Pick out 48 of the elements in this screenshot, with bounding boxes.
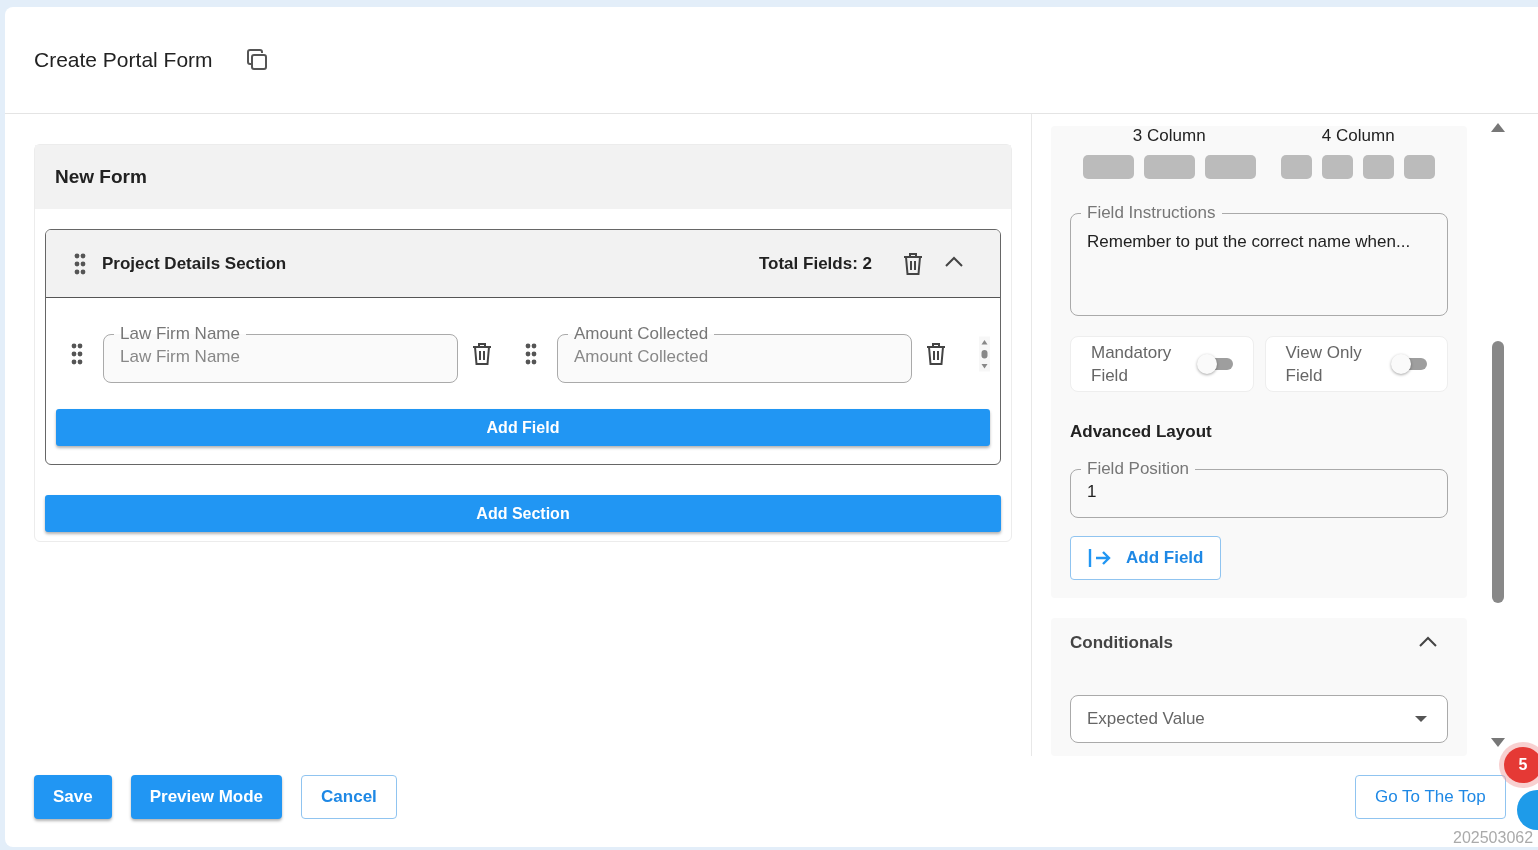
text-input[interactable]: Amount Collected (574, 343, 895, 371)
copy-icon[interactable] (244, 48, 269, 72)
layout-option[interactable]: 3 Column (1082, 126, 1256, 179)
toggle-switch[interactable] (1196, 354, 1233, 374)
number-field[interactable]: Field Position 1 (1070, 460, 1448, 518)
field-count: Total Fields: 2 (758, 253, 872, 274)
select-field[interactable]: Expected Value (1070, 695, 1448, 743)
text-field[interactable]: Amount Collected Amount Collected (557, 325, 912, 383)
drag-handle-icon[interactable] (74, 252, 86, 275)
notification-badge: 5 (1504, 747, 1538, 783)
panel-title: Conditionals (1070, 633, 1173, 653)
cancel-button[interactable]: Cancel (301, 775, 397, 819)
form-title: New Form (35, 145, 1011, 209)
build-number: 202503062 (1453, 830, 1534, 846)
trash-icon[interactable] (902, 251, 924, 276)
caret-down-icon[interactable] (1415, 716, 1427, 722)
text-field[interactable]: Law Firm Name Law Firm Name (103, 325, 458, 383)
column-layout-icon (1281, 155, 1436, 179)
toggle-switch[interactable] (1391, 354, 1427, 374)
add-section-button[interactable]: Add Section (45, 495, 1001, 532)
add-field-button[interactable]: Add Field (56, 409, 990, 446)
drag-handle-icon[interactable] (525, 343, 537, 365)
field-label: Field Position (1086, 460, 1191, 478)
chevron-up-icon[interactable] (1418, 635, 1438, 648)
section-title: Project Details Section (102, 253, 288, 274)
help-button[interactable] (1517, 790, 1538, 830)
trash-icon[interactable] (925, 342, 947, 366)
field-label: Field Instructions (1086, 204, 1217, 222)
text-input[interactable]: Law Firm Name (120, 343, 441, 371)
field-label: Law Firm Name (119, 325, 241, 343)
add-field-button[interactable]: Add Field (1070, 536, 1222, 580)
number-input[interactable]: 1 (1087, 478, 1431, 506)
toggle-label: View Only Field (1285, 342, 1363, 387)
save-button[interactable]: Save (34, 775, 112, 819)
preview-mode-button[interactable]: Preview Mode (130, 775, 283, 819)
chevron-up-icon[interactable] (944, 256, 964, 268)
column-layout-icon (1082, 155, 1256, 179)
text-area-field[interactable]: Field Instructions Remember to put the correct name when... (1070, 204, 1448, 316)
arrow-right-bar-icon (1088, 548, 1112, 568)
text-area[interactable]: Remember to put the correct name when... (1087, 232, 1431, 302)
layout-option[interactable]: 4 Column (1281, 126, 1436, 179)
field-label: Amount Collected (573, 325, 710, 343)
trash-icon[interactable] (471, 342, 493, 366)
section-heading: Advanced Layout (1070, 422, 1213, 442)
page-title: Create Portal Form (34, 48, 213, 72)
toggle-label: Mandatory Field (1091, 342, 1173, 387)
go-to-top-button[interactable]: Go To The Top (1355, 775, 1506, 819)
drag-handle-icon[interactable] (71, 343, 83, 365)
